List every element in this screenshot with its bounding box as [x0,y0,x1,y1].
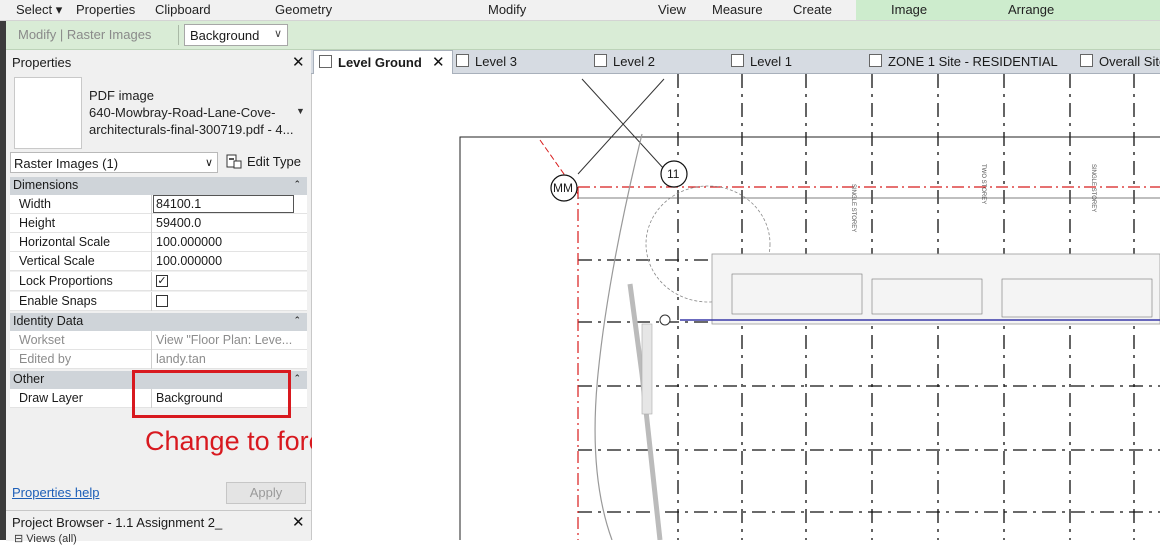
view-tab-icon [731,54,744,67]
group-other-label: Other [13,372,45,386]
type-name-1: 640-Mowbray-Road-Lane-Cove- [89,105,276,120]
drawing-canvas[interactable]: SINGLE STOREY TWO STOREY SINGLE STOREY M… [312,74,1160,545]
project-browser-title: Project Browser - 1.1 Assignment 2_ [12,515,223,530]
collapse-icon[interactable]: ⌃ [293,179,301,190]
floor-plan-drawing: SINGLE STOREY TWO STOREY SINGLE STOREY [459,74,1160,545]
edit-type-icon [226,154,242,169]
type-selector[interactable]: PDF image 640-Mowbray-Road-Lane-Cove- ar… [89,87,294,138]
instance-filter-select[interactable]: Raster Images (1) ∨ [10,152,218,173]
view-tab-icon [456,54,469,67]
ribbon-modify[interactable]: Modify [488,2,526,17]
edit-type-button[interactable]: Edit Type [224,152,304,173]
view-tab-icon [1080,54,1093,67]
vscale-value[interactable]: 100.000000 [156,254,222,268]
ribbon-select[interactable]: Select ▾ [16,2,62,18]
properties-title: Properties [12,55,72,70]
width-input[interactable]: 84100.1 [153,195,294,213]
hscale-value[interactable]: 100.000000 [156,235,222,249]
annotation-highlight-box [132,370,291,418]
view-tab-icon [594,54,607,67]
tab-label: Level 3 [475,54,517,69]
prop-row-height: Height 59400.0 [10,214,307,233]
options-separator [178,25,179,45]
tree-item-label: Views (all) [26,533,77,545]
prop-row-workset: Workset View "Floor Plan: Leve... [10,331,307,350]
prop-key: Edited by [19,352,72,366]
view-tab-icon [869,54,882,67]
tab-label: Overall Site [1099,54,1160,69]
type-family: PDF image [89,88,155,103]
prop-key: Enable Snaps [19,294,97,308]
prop-key: Height [19,216,56,230]
prop-key: Width [19,197,51,211]
prop-key: Vertical Scale [19,254,95,268]
filter-label: Raster Images (1) [14,156,119,171]
type-dropdown-icon[interactable]: ▼ [296,106,305,116]
ribbon-arrange[interactable]: Arrange [1008,2,1054,17]
ribbon-measure[interactable]: Measure [712,2,763,17]
draw-layer-select[interactable]: Background ∨ [184,24,288,46]
tab-level-ground[interactable]: Level Ground ✕ [313,50,453,74]
properties-help-link[interactable]: Properties help [12,485,99,500]
prop-row-lock: Lock Proportions ✓ [10,272,307,291]
grid-bubble-label[interactable]: 11 [667,167,679,181]
type-thumbnail [14,77,82,149]
tab-label: Level 1 [750,54,792,69]
edit-type-label: Edit Type [247,154,301,169]
context-label: Modify | Raster Images [18,27,152,42]
tab-label: Level Ground [338,55,422,70]
prop-key: Workset [19,333,65,347]
options-bar [6,21,1160,50]
prop-key: Lock Proportions [19,274,113,288]
group-identity-data[interactable]: Identity Data ⌃ [10,313,307,331]
chevron-down-icon: ∨ [204,157,213,169]
svg-text:TWO STOREY: TWO STOREY [980,164,986,204]
ribbon-properties[interactable]: Properties [76,2,135,17]
svg-text:SINGLE STOREY: SINGLE STOREY [1090,164,1096,212]
view-tab-icon [319,55,332,68]
close-icon[interactable]: ✕ [292,513,305,531]
group-identity-label: Identity Data [13,314,84,328]
ribbon-clipboard[interactable]: Clipboard [155,2,211,17]
lock-proportions-checkbox[interactable]: ✓ [156,275,168,287]
tree-item-views[interactable]: ⊟ Views (all) [14,532,77,545]
collapse-icon[interactable]: ⌃ [293,373,301,384]
svg-text:SINGLE STOREY: SINGLE STOREY [850,184,856,232]
prop-key: Draw Layer [19,391,83,405]
prop-row-hscale: Horizontal Scale 100.000000 [10,233,307,252]
ribbon-panel-bar: Select ▾ Properties Clipboard Geometry M… [0,0,1160,21]
ribbon-geometry[interactable]: Geometry [275,2,332,17]
workset-value: View "Floor Plan: Leve... [156,333,293,347]
enable-snaps-checkbox[interactable] [156,295,168,307]
draw-layer-value: Background [190,28,260,43]
prop-key: Horizontal Scale [19,235,111,249]
prop-row-snaps: Enable Snaps [10,292,307,311]
group-dimensions[interactable]: Dimensions ⌃ [10,177,307,195]
height-value[interactable]: 59400.0 [156,216,201,230]
edited-by-value: landy.tan [156,352,206,366]
tab-overall-site[interactable]: Overall Site [1080,50,1160,73]
prop-row-edited-by: Edited by landy.tan [10,350,307,369]
close-icon[interactable]: ✕ [432,53,445,71]
type-name-2: architecturals-final-300719.pdf - 4... [89,122,294,137]
prop-row-width: Width 84100.1 [10,195,307,214]
width-value: 84100.1 [156,197,202,211]
collapse-icon[interactable]: ⌃ [293,315,301,326]
close-icon[interactable]: ✕ [292,53,305,71]
chevron-down-icon: ∨ [273,28,282,40]
prop-row-vscale: Vertical Scale 100.000000 [10,252,307,271]
grid-bubble-label[interactable]: MM [553,181,573,195]
ribbon-create[interactable]: Create [793,2,832,17]
tab-label: ZONE 1 Site - RESIDENTIAL [888,54,1058,69]
ribbon-view[interactable]: View [658,2,686,17]
tab-label: Level 2 [613,54,655,69]
apply-button[interactable]: Apply [226,482,306,504]
group-dimensions-label: Dimensions [13,178,79,192]
ribbon-image[interactable]: Image [891,2,927,17]
